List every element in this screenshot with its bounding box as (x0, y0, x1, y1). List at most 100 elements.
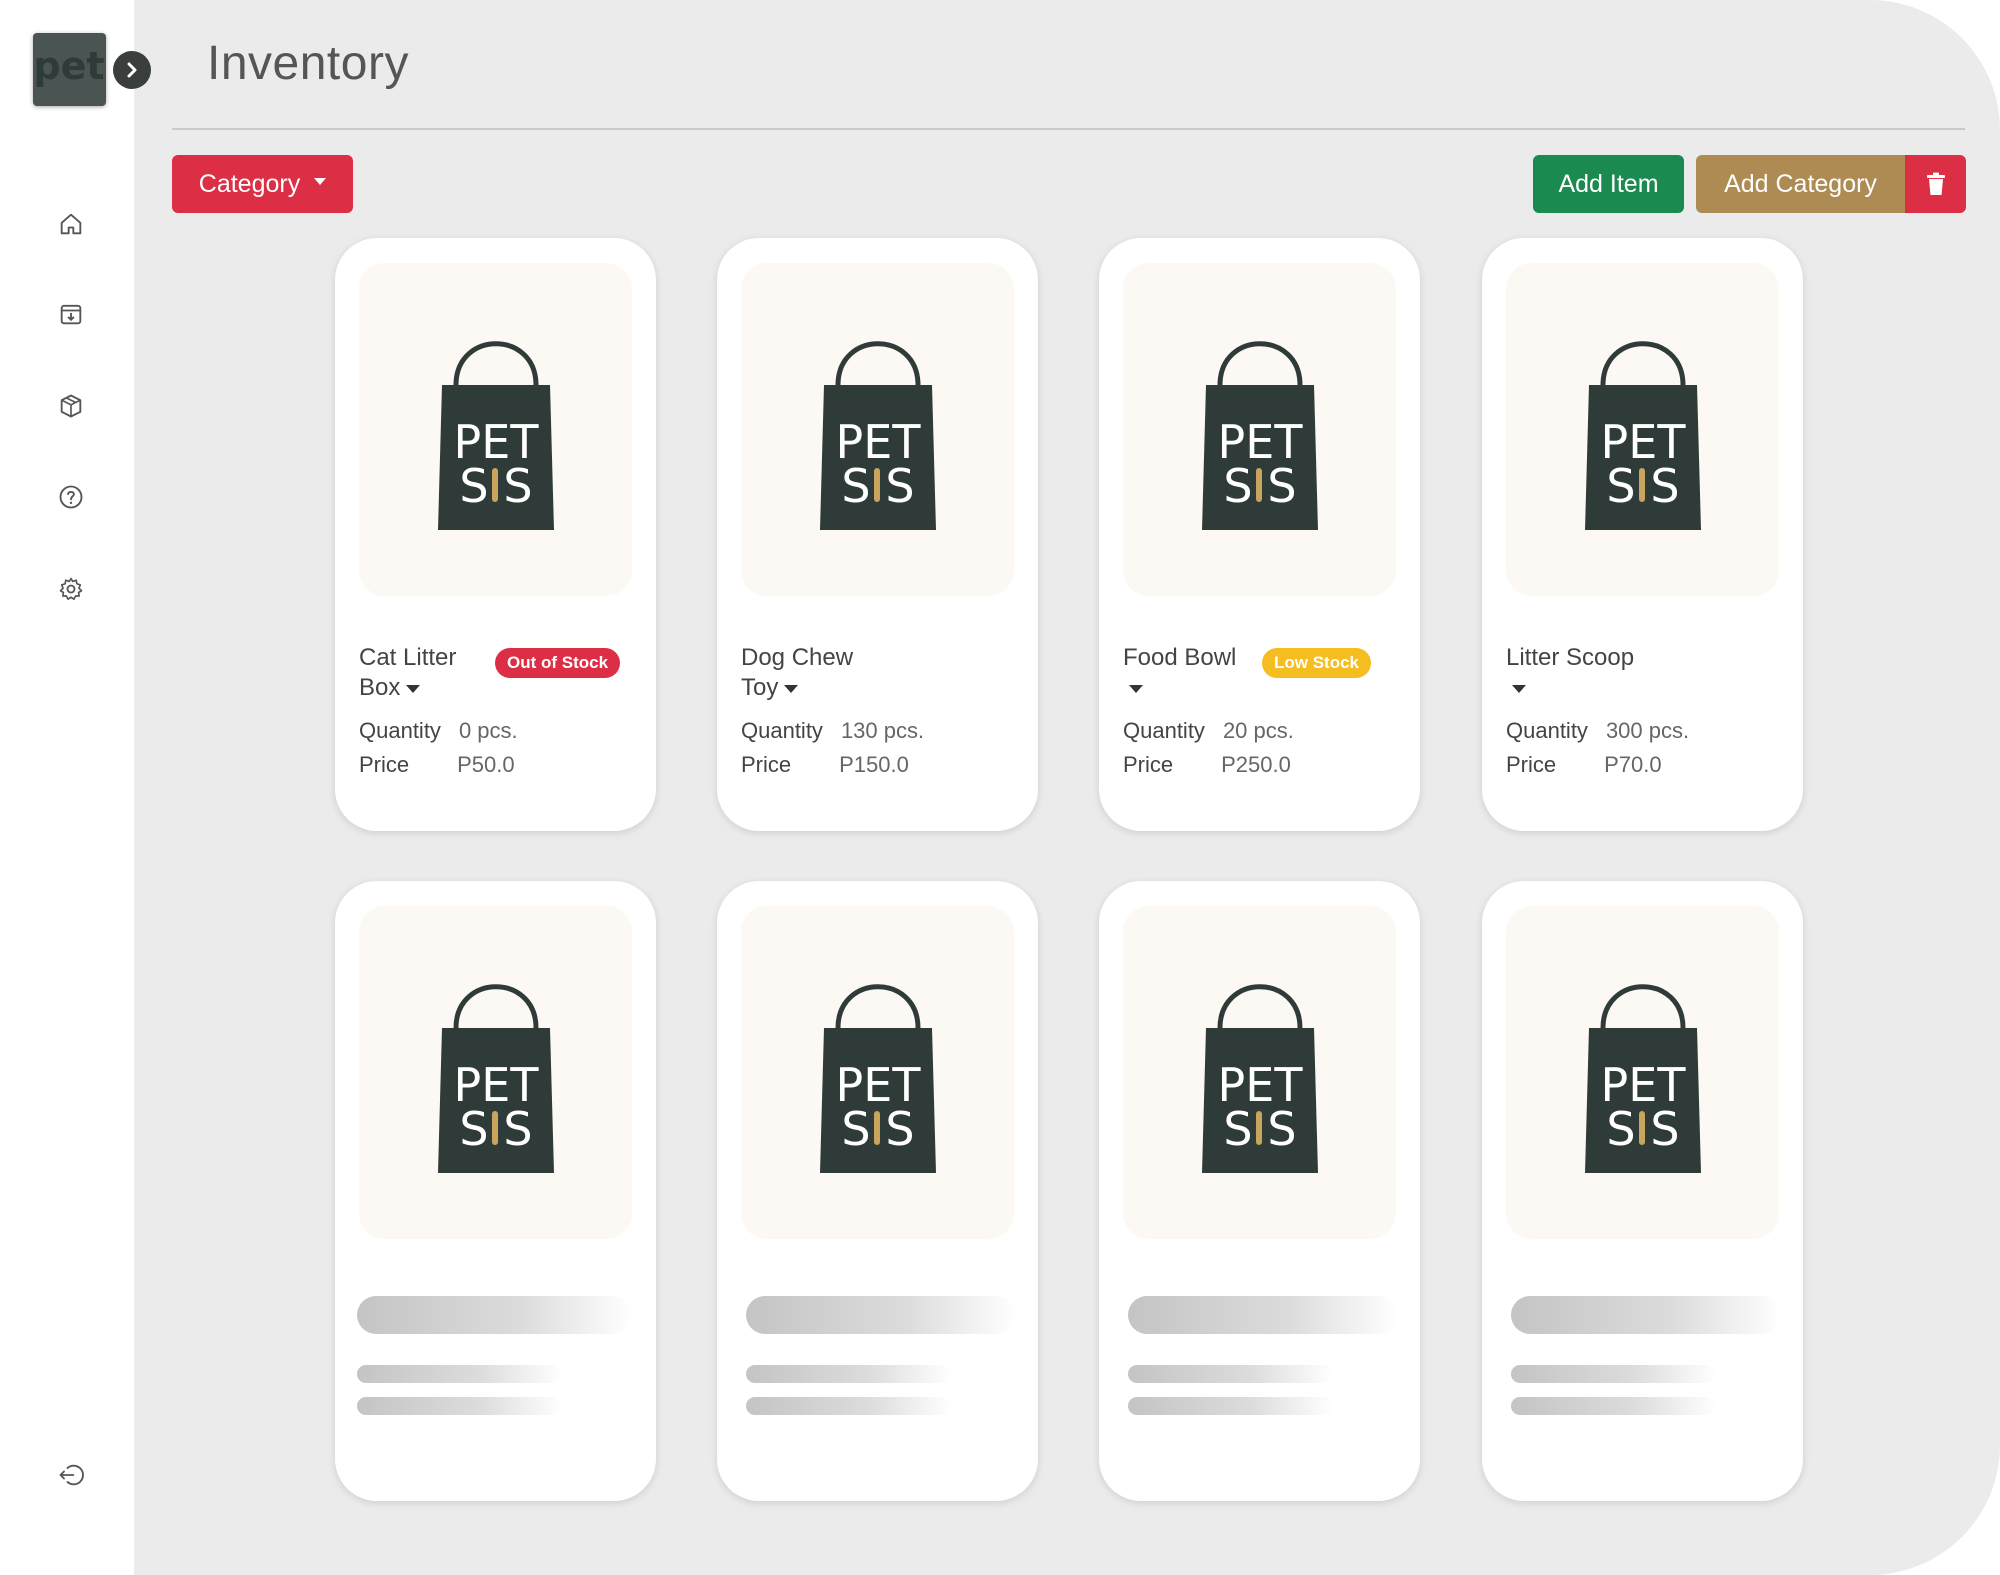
add-category-button[interactable]: Add Category (1696, 155, 1905, 213)
bag-text-s1: S (1606, 459, 1635, 513)
skeleton-line (357, 1397, 562, 1415)
pet-bag-logo: PET S S (437, 340, 554, 530)
caret-down-icon[interactable] (406, 684, 421, 693)
product-image: PET S S (1123, 263, 1396, 596)
bag-text-s2: S (1267, 1102, 1296, 1156)
quantity-row: Quantity 20 pcs. (1123, 718, 1294, 743)
bag-text-s2: S (503, 1102, 532, 1156)
skeleton-line (1511, 1365, 1716, 1383)
sidebar-item-settings[interactable] (54, 572, 88, 606)
product-image: PET S S (741, 906, 1014, 1239)
item-name[interactable]: Cat Litter Box (359, 643, 489, 703)
archive-icon (60, 304, 82, 325)
logo-text: pet (33, 44, 104, 88)
item-name[interactable]: Litter Scoop (1506, 643, 1636, 703)
pet-bag-logo: PET S S (1584, 983, 1701, 1173)
title-divider (172, 128, 1965, 130)
pet-bag-logo: PET S S (819, 340, 936, 530)
bone-icon (491, 1110, 498, 1145)
skeleton-line (746, 1397, 951, 1415)
skeleton-title (1511, 1296, 1781, 1334)
price-row: Price P50.0 (359, 752, 515, 777)
bag-text-s2: S (1267, 459, 1296, 513)
skeleton-title (1128, 1296, 1398, 1334)
category-dropdown-button[interactable]: Category (172, 155, 353, 213)
bag-text-s2: S (885, 1102, 914, 1156)
skeleton-card: PET S S (717, 881, 1038, 1501)
caret-down-icon[interactable] (1512, 684, 1526, 693)
product-image: PET S S (359, 263, 632, 596)
bag-text-s1: S (841, 1102, 870, 1156)
add-item-button[interactable]: Add Item (1533, 155, 1684, 213)
caret-down-icon[interactable] (784, 684, 799, 693)
sidebar-item-home[interactable] (54, 207, 88, 241)
product-image: PET S S (359, 906, 632, 1239)
delete-button[interactable] (1905, 155, 1966, 213)
trash-icon (1926, 172, 1945, 195)
chevron-right-icon (127, 62, 137, 78)
item-name[interactable]: Food Bowl (1123, 643, 1253, 703)
product-card[interactable]: PET S S Food Bowl Low Stock Quantity 20 p… (1099, 238, 1420, 831)
caret-down-icon[interactable] (1129, 684, 1143, 693)
help-icon (59, 485, 83, 509)
bag-text-s2: S (1650, 459, 1679, 513)
box-icon (60, 394, 82, 418)
bag-text-s1: S (1606, 1102, 1635, 1156)
quantity-row: Quantity 0 pcs. (359, 718, 518, 743)
bag-text-s2: S (885, 459, 914, 513)
add-category-label: Add Category (1724, 169, 1877, 198)
product-image: PET S S (1506, 906, 1779, 1239)
pet-bag-logo: PET S S (1201, 983, 1318, 1173)
product-card[interactable]: PET S S Dog Chew Toy Quantity 130 pcs. Pr… (717, 238, 1038, 831)
status-badge: Out of Stock (495, 648, 621, 678)
price-row: Price P150.0 (741, 752, 909, 777)
product-card[interactable]: PET S S Litter Scoop Quantity 300 pcs. Pr… (1482, 238, 1803, 831)
sidebar-item-help[interactable] (54, 480, 88, 514)
bone-icon (1638, 467, 1645, 502)
skeleton-title (746, 1296, 1016, 1334)
logout-icon (59, 1464, 84, 1486)
sidebar-item-archive[interactable] (54, 297, 88, 331)
product-image: PET S S (741, 263, 1014, 596)
product-image: PET S S (1123, 906, 1396, 1239)
bone-icon (1255, 1110, 1262, 1145)
item-name[interactable]: Dog Chew Toy (741, 643, 871, 703)
bone-icon (1638, 1110, 1645, 1145)
skeleton-line (746, 1365, 951, 1383)
quantity-row: Quantity 300 pcs. (1506, 718, 1690, 743)
price-row: Price P250.0 (1123, 752, 1291, 777)
skeleton-card: PET S S (335, 881, 656, 1501)
pet-bag-logo: PET S S (1584, 340, 1701, 530)
logo-icon: pet (33, 44, 104, 88)
home-icon (60, 213, 82, 235)
bone-icon (873, 467, 880, 502)
product-card[interactable]: PET S S Cat Litter Box Out of Stock Quan… (335, 238, 656, 831)
pet-bag-logo: PET S S (819, 983, 936, 1173)
sidebar: pet (0, 0, 151, 1575)
brand-logo[interactable]: pet (33, 33, 106, 106)
add-item-label: Add Item (1558, 169, 1659, 198)
bag-text-s2: S (1650, 1102, 1679, 1156)
sidebar-item-products[interactable] (54, 389, 88, 423)
skeleton-title (357, 1296, 632, 1334)
sidebar-item-logout[interactable] (54, 1458, 88, 1492)
bag-text-s1: S (841, 459, 870, 513)
main-content: Inventory Category Add Item Add Category… (134, 0, 2000, 1575)
pet-bag-logo: PET S S (1201, 340, 1318, 530)
gear-icon (59, 577, 83, 600)
category-button-label: Category (198, 169, 301, 198)
product-image: PET S S (1506, 263, 1779, 596)
bag-text-s1: S (1223, 1102, 1252, 1156)
pet-bag-logo: PET S S (437, 983, 554, 1173)
skeleton-line (1128, 1397, 1333, 1415)
skeleton-line (1511, 1397, 1716, 1415)
skeleton-line (357, 1365, 562, 1383)
skeleton-line (1128, 1365, 1333, 1383)
bag-text-s1: S (459, 459, 488, 513)
bag-text-s2: S (503, 459, 532, 513)
bone-icon (873, 1110, 880, 1145)
page-title: Inventory (207, 37, 409, 90)
caret-down-icon (314, 177, 327, 185)
sidebar-toggle-button[interactable] (113, 51, 151, 89)
bone-icon (1255, 467, 1262, 502)
